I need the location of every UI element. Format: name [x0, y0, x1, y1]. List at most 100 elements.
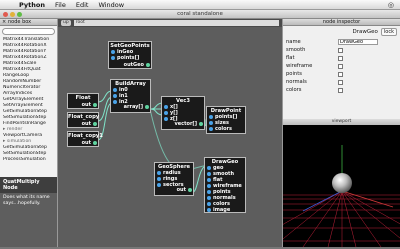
attribute-label: wireframe	[286, 63, 313, 69]
input-port-icon[interactable]	[113, 94, 117, 98]
close-icon[interactable]: ×	[2, 19, 6, 26]
search-input[interactable]	[2, 28, 55, 35]
status-icon[interactable]: ◎	[388, 1, 400, 9]
z-axis-line	[302, 190, 343, 212]
node-drawpoint[interactable]: DrawPoint points[] sizes colors	[206, 106, 246, 134]
input-port-icon[interactable]	[207, 190, 211, 194]
node-title: SetGeoPoints	[110, 43, 150, 49]
attribute-checkbox[interactable]	[338, 87, 343, 93]
output-pin[interactable]: array[]	[111, 103, 150, 110]
input-port-icon[interactable]	[111, 56, 115, 60]
output-port-icon[interactable]	[188, 187, 192, 192]
input-port-icon[interactable]	[209, 121, 213, 125]
attribute-row-normals: normals	[283, 78, 400, 86]
output-port-icon[interactable]	[93, 102, 97, 107]
input-port-icon[interactable]	[164, 111, 168, 115]
input-port-icon[interactable]	[207, 208, 211, 212]
attribute-checkbox[interactable]	[338, 79, 343, 85]
node-float[interactable]: Float out	[67, 93, 99, 109]
output-port-icon[interactable]	[146, 62, 150, 67]
node-buildarray[interactable]: BuildArray in0 in1 in2 array[]	[110, 79, 151, 113]
input-port-icon[interactable]	[209, 127, 213, 131]
attribute-checkbox[interactable]	[338, 71, 343, 77]
input-port-icon[interactable]	[157, 177, 161, 181]
node-list: Matrix44Translation Matrix44RotationX Matr…	[0, 37, 57, 163]
attribute-checkbox[interactable]	[338, 55, 343, 61]
attribute-row-points: points	[283, 70, 400, 78]
input-port-icon[interactable]	[164, 117, 168, 121]
window-controls	[3, 12, 22, 17]
output-pin[interactable]: out	[68, 101, 98, 108]
name-field[interactable]	[338, 39, 378, 45]
node-float-copy1[interactable]: Float_copy1 out	[67, 131, 103, 147]
input-port-icon[interactable]	[207, 202, 211, 206]
node-list-item[interactable]: ProcessSimulation	[3, 157, 57, 163]
input-port-icon[interactable]	[157, 183, 161, 187]
lock-button[interactable]: lock	[380, 28, 397, 36]
grid-floor	[242, 190, 400, 248]
input-port-icon[interactable]	[157, 171, 161, 175]
attribute-label: normals	[286, 79, 307, 85]
name-row: name	[283, 38, 400, 46]
viewport-panel[interactable]: viewport	[242, 119, 400, 248]
input-port-icon[interactable]	[207, 178, 211, 182]
pin-label: vector[]	[174, 120, 197, 127]
menu-app[interactable]: Python	[14, 1, 50, 9]
attribute-row-flat: flat	[283, 54, 400, 62]
node-title: DrawPoint	[210, 108, 242, 114]
input-pin[interactable]: image	[205, 207, 245, 213]
menu-edit[interactable]: Edit	[71, 1, 94, 9]
node-title: Vec3	[176, 98, 190, 104]
output-pin[interactable]: out	[68, 139, 98, 146]
node-canvas[interactable]: up root SetGeoPoints inGeo points[] outG…	[58, 19, 282, 247]
zoom-button[interactable]	[17, 12, 22, 17]
menu-window[interactable]: Window	[93, 1, 129, 9]
input-port-icon[interactable]	[113, 88, 117, 92]
node-box-panel: × node box Matrix44Translation Matrix44Rot…	[0, 19, 58, 247]
node-description: QuatMultiply Node Does what its name say…	[0, 177, 57, 247]
input-port-icon[interactable]	[207, 196, 211, 200]
node-vec3[interactable]: Vec3 x[] y[] z[] vector[]	[161, 96, 205, 130]
output-pin[interactable]: outGeo	[109, 61, 151, 68]
attribute-checkbox[interactable]	[338, 47, 343, 53]
input-port-icon[interactable]	[209, 115, 213, 119]
pin-label: out	[81, 101, 91, 108]
output-port-icon[interactable]	[93, 140, 97, 145]
input-port-icon[interactable]	[207, 166, 211, 170]
output-port-icon[interactable]	[93, 121, 97, 126]
menu-file[interactable]: File	[50, 1, 71, 9]
attribute-label: flat	[286, 55, 295, 61]
output-pin[interactable]: vector[]	[162, 120, 204, 127]
input-port-icon[interactable]	[207, 184, 211, 188]
input-port-icon[interactable]	[164, 105, 168, 109]
node-geosphere[interactable]: GeoSphere radius rings sectors out	[154, 162, 194, 196]
node-title: Float_copy	[68, 114, 100, 120]
node-float-copy[interactable]: Float_copy out	[67, 112, 99, 128]
input-port-icon[interactable]	[207, 172, 211, 176]
node-box-header: × node box	[0, 19, 57, 26]
node-setgeopoints[interactable]: SetGeoPoints inGeo points[] outGeo	[108, 41, 152, 69]
input-port-icon[interactable]	[113, 100, 117, 104]
window-titlebar: coral standalone	[0, 10, 400, 19]
output-port-icon[interactable]	[145, 104, 149, 109]
pin-label: colors	[215, 126, 232, 132]
pin-label: out	[81, 139, 91, 146]
attribute-list: smooth flat wireframe points normals colors	[283, 46, 400, 94]
sphere-geometry	[332, 173, 352, 193]
viewport-scene[interactable]	[242, 125, 400, 248]
window-title: coral standalone	[177, 11, 223, 17]
node-title: BuildArray	[115, 81, 146, 87]
output-pin[interactable]: out	[68, 120, 98, 127]
output-port-icon[interactable]	[199, 121, 203, 126]
close-button[interactable]	[3, 12, 8, 17]
attribute-label: smooth	[286, 47, 306, 53]
pin-label: array[]	[123, 103, 143, 110]
attribute-row-colors: colors	[283, 86, 400, 94]
minimize-button[interactable]	[10, 12, 15, 17]
input-pin[interactable]: colors	[207, 126, 245, 132]
menu-bar: Python File Edit Window ◎	[0, 0, 400, 10]
node-drawgeo[interactable]: DrawGeo geo smooth flat wireframe points…	[204, 157, 246, 213]
input-port-icon[interactable]	[111, 50, 115, 54]
attribute-checkbox[interactable]	[338, 63, 343, 69]
node-box-title: node box	[8, 19, 32, 25]
